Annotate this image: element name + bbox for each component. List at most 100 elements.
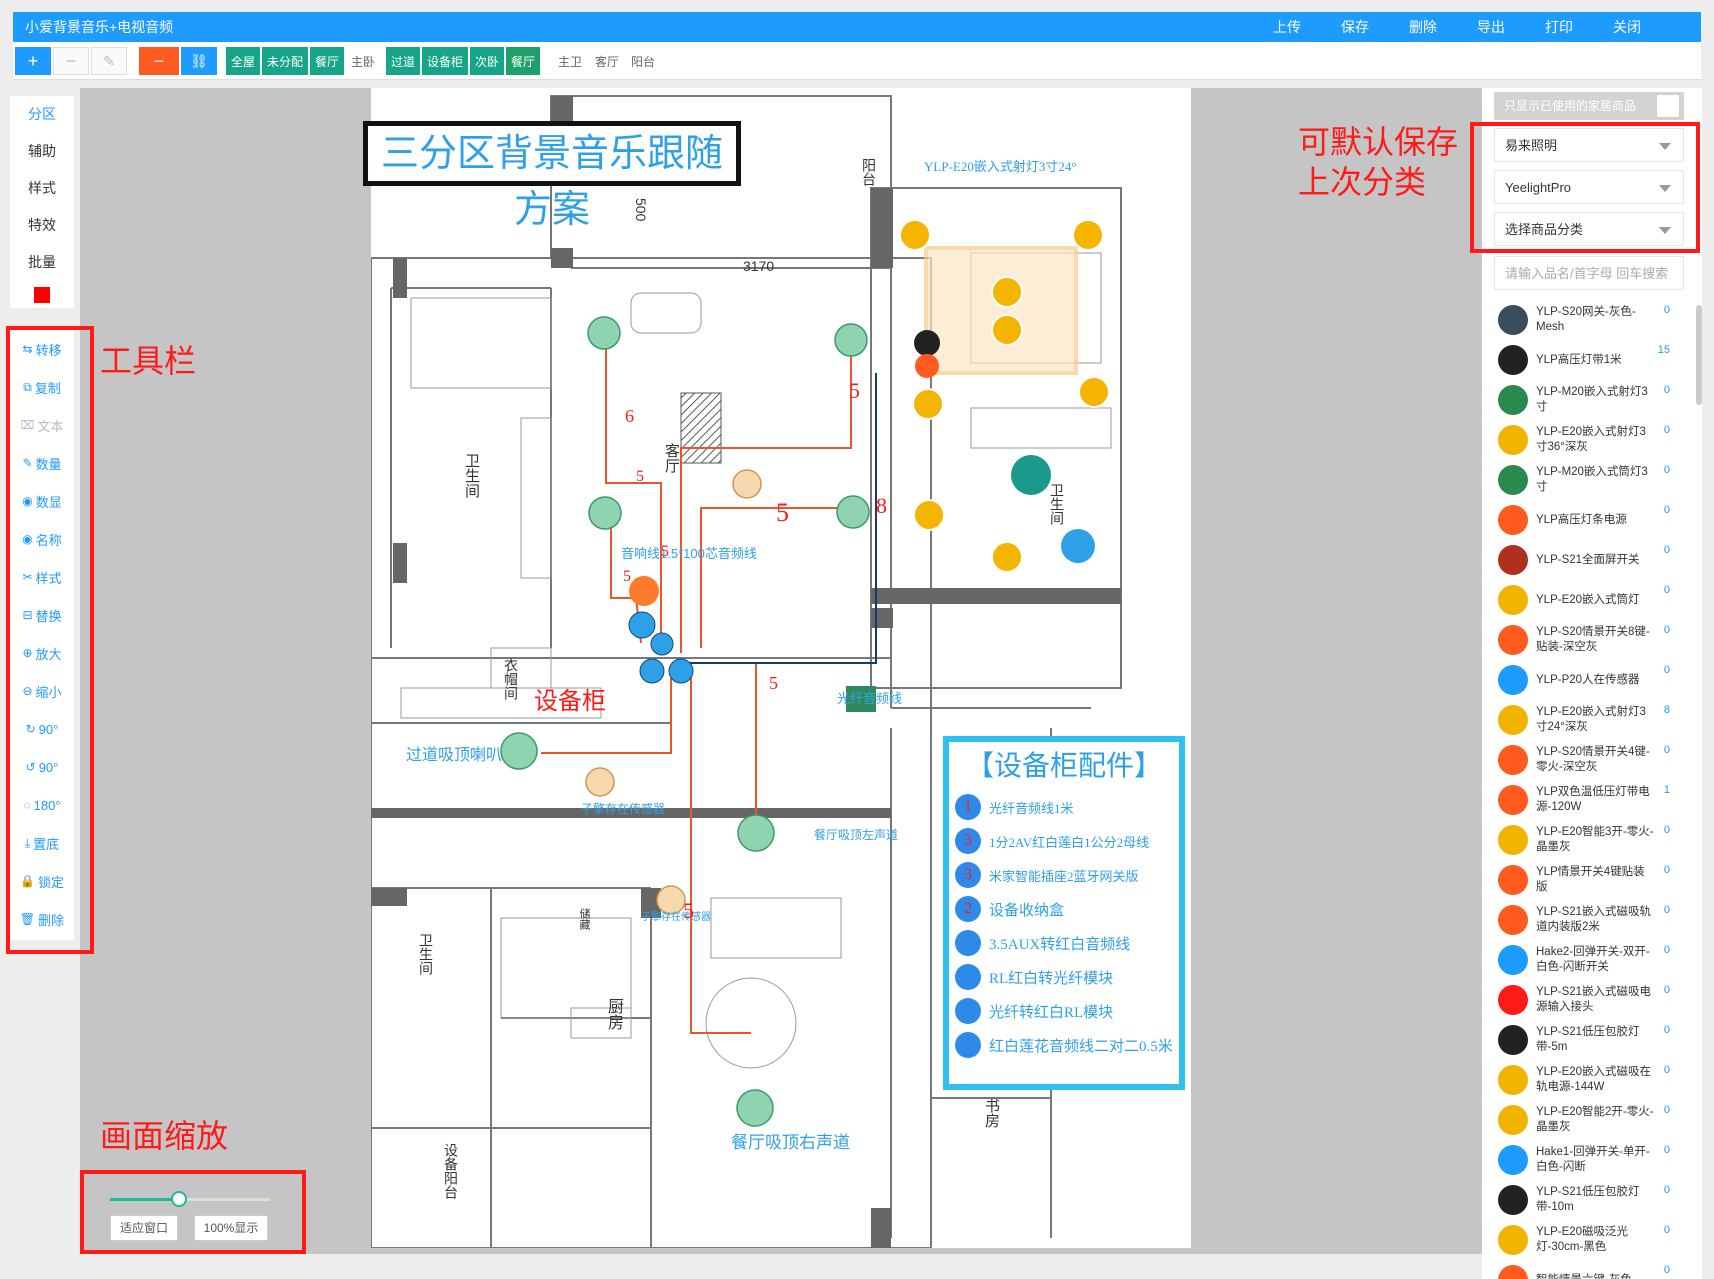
delete-button[interactable]: 删除 [1389, 12, 1457, 42]
product-item[interactable]: YLP-E20智能2开-零火-晶墨灰 0 [1494, 1100, 1684, 1140]
app-window: 小爱背景音乐+电视音频 上传 保存 删除 导出 打印 关闭 + − ✎ − ⛓ … [0, 0, 1714, 1279]
product-sidebar: 只显示已使用的家居商品 易来照明 YeelightPro 选择商品分类 请输入品… [1482, 88, 1702, 1279]
product-count: 15 [1657, 344, 1670, 356]
tag-living[interactable]: 客厅 [590, 47, 624, 75]
used-only-toggle[interactable] [1656, 94, 1680, 118]
app-title: 小爱背景音乐+电视音频 [25, 19, 174, 35]
edit-button[interactable]: ✎ [91, 47, 127, 75]
product-item[interactable]: YLP-E20嵌入式射灯3寸36°深灰 0 [1494, 420, 1684, 460]
sidebar-scrollbar[interactable] [1696, 305, 1702, 405]
export-button[interactable]: 导出 [1457, 12, 1525, 42]
pencil-icon: ✎ [103, 52, 115, 69]
product-item[interactable]: YLP-M20嵌入式射灯3寸 0 [1494, 380, 1684, 420]
tag-master-bedroom[interactable]: 主卧 [346, 47, 380, 75]
part-label: 光纤转红白RL模块 [989, 1004, 1114, 1021]
part-icon [955, 930, 981, 956]
tag-unassigned[interactable]: 未分配 [262, 47, 308, 75]
save-annotation-line2: 上次分类 [1298, 164, 1427, 200]
storage-label: 储藏 [578, 908, 590, 930]
close-button[interactable]: 关闭 [1593, 12, 1661, 42]
product-item[interactable]: YLP-S20情景开关8键-贴装-深空灰 0 [1494, 620, 1684, 660]
product-item[interactable]: YLP-E20磁吸泛光灯-30cm-黑色 0 [1494, 1220, 1684, 1260]
product-item[interactable]: YLP-S20情景开关4键-零火-深空灰 0 [1494, 740, 1684, 780]
top-menu: 上传 保存 删除 导出 打印 关闭 [1253, 12, 1661, 42]
product-item[interactable]: YLP-S21嵌入式磁吸轨道内装版2米 0 [1494, 900, 1684, 940]
tag-equipment-cabinet[interactable]: 设备柜 [422, 47, 468, 75]
upload-button[interactable]: 上传 [1253, 12, 1321, 42]
floor-plan[interactable]: 三分区背景音乐跟随方案 YLP-E20嵌入式射灯3寸24° 阳台 500 317… [363, 88, 1191, 1248]
product-thumbnail [1498, 785, 1528, 815]
product-count: 0 [1663, 744, 1670, 756]
plan-title: 三分区背景音乐跟随方案 [380, 133, 723, 231]
parts-list: 1 光纤音频线1米 3 1分2AV红白莲白1公分2母线 3 米家智能插座2蓝牙网关版 2 设备… [949, 790, 1179, 1062]
product-item[interactable]: Hake2-回弹开关-双开-白色-闪断开关 0 [1494, 940, 1684, 980]
bath2-label: 卫生间 [418, 933, 434, 975]
nav-effect[interactable]: 特效 [10, 207, 74, 244]
product-thumbnail [1498, 985, 1528, 1015]
nav-assist[interactable]: 辅助 [10, 133, 74, 170]
save-button[interactable]: 保存 [1321, 12, 1389, 42]
closet-label: 衣帽间 [503, 658, 519, 700]
product-item[interactable]: YLP-S20网关-灰色-Mesh 0 [1494, 300, 1684, 340]
tag-whole-house[interactable]: 全屋 [226, 47, 260, 75]
nav-style[interactable]: 样式 [10, 170, 74, 207]
product-count: 0 [1663, 904, 1670, 916]
product-count: 0 [1663, 664, 1670, 676]
nav-batch[interactable]: 批量 [10, 244, 74, 281]
toolbar-highlight-box [6, 326, 94, 954]
product-item[interactable]: YLP-E20嵌入式射灯3寸24°深灰 8 [1494, 700, 1684, 740]
tag-corridor[interactable]: 过道 [386, 47, 420, 75]
balcony-label: 阳台 [861, 158, 877, 186]
parts-item: 3 米家智能插座2蓝牙网关版 [949, 858, 1179, 892]
product-item[interactable]: YLP-S21嵌入式磁吸电源输入接头 0 [1494, 980, 1684, 1020]
product-item[interactable]: YLP情景开关4键贴装版 0 [1494, 860, 1684, 900]
sensor2-label: 子擎存在传感器 [641, 912, 711, 923]
product-thumbnail [1498, 1105, 1528, 1135]
product-item[interactable]: YLP-E20智能3开-零火-晶墨灰 0 [1494, 820, 1684, 860]
minus-button[interactable]: − [53, 47, 89, 75]
save-annotation-line1: 可默认保存 [1298, 124, 1459, 160]
product-name: YLP-M20嵌入式筒灯3寸 [1536, 466, 1648, 493]
product-item[interactable]: YLP高压灯带1米 15 [1494, 340, 1684, 380]
tag-dining-2[interactable]: 餐厅 [506, 47, 540, 75]
search-input[interactable]: 请输入品名/首字母 回车搜索 [1494, 256, 1684, 290]
product-thumbnail [1498, 705, 1528, 735]
kitchen-label: 厨房 [605, 998, 622, 1030]
add-button[interactable]: + [15, 47, 51, 75]
product-item[interactable]: YLP高压灯条电源 0 [1494, 500, 1684, 540]
print-button[interactable]: 打印 [1525, 12, 1593, 42]
wire-num: 5 [776, 498, 789, 527]
part-icon [955, 964, 981, 990]
product-name: YLP-S20网关-灰色-Mesh [1536, 306, 1636, 333]
product-item[interactable]: YLP-S21低压包胶灯带-10m 0 [1494, 1180, 1684, 1220]
color-swatch[interactable] [34, 287, 50, 303]
remove-button[interactable]: − [139, 47, 179, 75]
product-item[interactable]: YLP双色温低压灯带电源-120W 1 [1494, 780, 1684, 820]
tag-balcony[interactable]: 阳台 [626, 47, 660, 75]
product-item[interactable]: YLP-E20嵌入式筒灯 0 [1494, 580, 1684, 620]
wire-num: 5 [769, 673, 778, 693]
wire-num: 5 [623, 568, 631, 585]
product-thumbnail [1498, 1025, 1528, 1055]
tag-master-bath[interactable]: 主卫 [553, 47, 587, 75]
fiber-label: 光纤音频线 [837, 691, 903, 706]
product-item[interactable]: YLP-P20人在传感器 0 [1494, 660, 1684, 700]
tag-second-bedroom[interactable]: 次卧 [470, 47, 504, 75]
product-item[interactable]: YLP-S21低压包胶灯带-5m 0 [1494, 1020, 1684, 1060]
link-button[interactable]: ⛓ [181, 47, 217, 75]
parts-item: 3 1分2AV红白莲白1公分2母线 [949, 824, 1179, 858]
product-item[interactable]: Hake1-回弹开关-单开-白色-闪断 0 [1494, 1140, 1684, 1180]
product-count: 0 [1663, 1104, 1670, 1116]
wire-num: 5 [636, 468, 644, 485]
nav-zone[interactable]: 分区 [10, 96, 74, 133]
dining-right-label: 餐厅吸顶右声道 [731, 1133, 850, 1152]
product-item[interactable]: YLP-S21全面屏开关 0 [1494, 540, 1684, 580]
product-count: 8 [1663, 704, 1670, 716]
study-label: 书房 [983, 1098, 1000, 1128]
product-thumbnail [1498, 425, 1528, 455]
tag-dining[interactable]: 餐厅 [310, 47, 344, 75]
product-item[interactable]: 智能情景六键-灰色 0 [1494, 1260, 1684, 1279]
product-count: 0 [1663, 944, 1670, 956]
product-item[interactable]: YLP-E20嵌入式磁吸在轨电源-144W 0 [1494, 1060, 1684, 1100]
product-item[interactable]: YLP-M20嵌入式筒灯3寸 0 [1494, 460, 1684, 500]
